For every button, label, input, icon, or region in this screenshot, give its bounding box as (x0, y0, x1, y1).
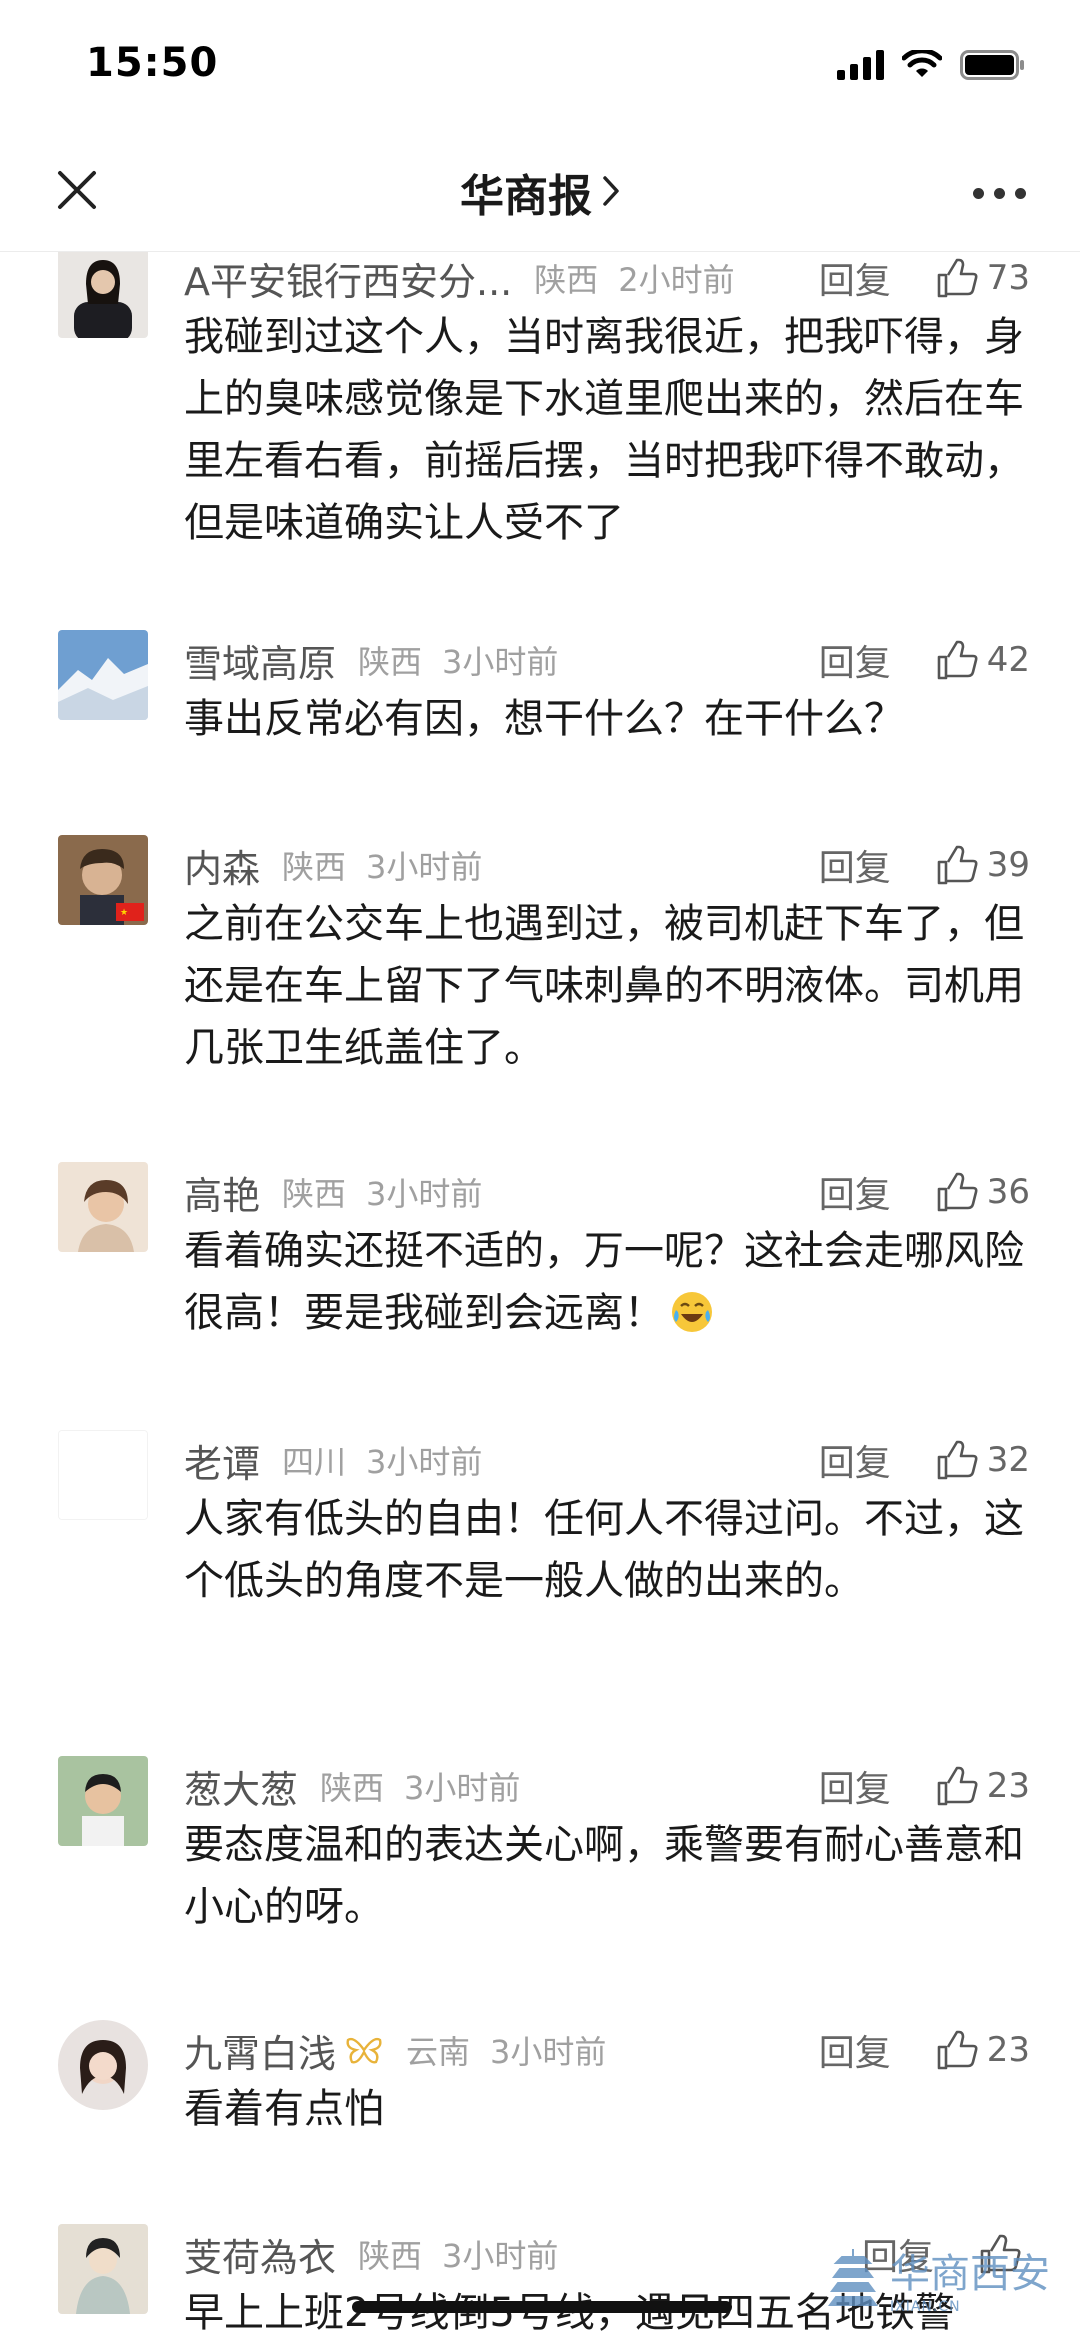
comment-time: 3小时前 (442, 2237, 559, 2275)
like-button[interactable]: 32 (935, 1438, 1030, 1482)
comment-location: 云南 (406, 2033, 471, 2071)
nav-bar: 华商报 (0, 130, 1080, 252)
reply-button[interactable]: 回复 (819, 2024, 891, 2076)
comment-header: 雪域高原 陕西 3小时前 回复 42 (184, 630, 1030, 690)
pagoda-logo-icon (828, 2249, 878, 2306)
like-button[interactable]: 36 (935, 1170, 1030, 1214)
comment-author[interactable]: 老谭 (184, 1433, 260, 1488)
comment-list: A平安银行西安分... 陕西 2小时前 回复 73 我碰到过这个人，当时离我很近… (0, 252, 1080, 2337)
comment-text: 事出反常必有因，想干什么？在干什么？ (184, 696, 904, 742)
comment-text: 看着确实还挺不适的，万一呢？这社会走哪风险很高！要是我碰到会远离！ (184, 1220, 1024, 1344)
more-icon[interactable] (973, 188, 1026, 199)
comment-header: 九霄白浅 云南 3小时前 回复 23 (184, 2020, 1030, 2080)
thumbs-up-icon (937, 1440, 978, 1480)
status-bar: 15:50 (0, 0, 1080, 130)
comment-author[interactable]: 高艳 (184, 1165, 260, 1220)
comment-location: 陕西 (358, 2237, 423, 2275)
comment-author[interactable]: A平安银行西安分... (184, 252, 512, 306)
comment-time: 3小时前 (442, 643, 559, 681)
like-count: 32 (986, 1440, 1030, 1480)
page-title-text: 华商报 (460, 171, 592, 222)
comment-text: 之前在公交车上也遇到过，被司机赶下车了，但还是在车上留下了气味刺鼻的不明液体。司… (184, 901, 1024, 1071)
avatar[interactable] (58, 630, 148, 720)
thumbs-up-icon (937, 1172, 978, 1212)
reply-button[interactable]: 回复 (819, 1166, 891, 1218)
comment-location: 陕西 (282, 848, 347, 886)
comment-location: 陕西 (320, 1769, 385, 1807)
like-button[interactable]: 39 (935, 843, 1030, 887)
avatar[interactable]: ★ (58, 835, 148, 925)
like-button[interactable]: 73 (935, 256, 1030, 300)
svg-text:★: ★ (120, 908, 128, 918)
comment-location: 陕西 (282, 1175, 347, 1213)
comment-header: 老谭 四川 3小时前 回复 32 (184, 1430, 1030, 1490)
avatar[interactable] (58, 1162, 148, 1252)
comment-header: A平安银行西安分... 陕西 2小时前 回复 73 (184, 252, 1030, 308)
like-count: 39 (986, 845, 1030, 885)
laughing-tears-emoji-icon (672, 1292, 712, 1332)
comment-author[interactable]: 内森 (184, 838, 260, 893)
thumbs-up-icon (937, 258, 978, 298)
like-count: 36 (986, 1172, 1030, 1212)
page-title[interactable]: 华商报 (0, 160, 1080, 224)
comment-header: 高艳 陕西 3小时前 回复 36 (184, 1162, 1030, 1222)
comment-time: 3小时前 (490, 2033, 607, 2071)
reply-button[interactable]: 回复 (819, 634, 891, 686)
like-count: 23 (986, 2030, 1030, 2070)
like-button[interactable]: 42 (935, 638, 1030, 682)
comment-location: 四川 (282, 1443, 347, 1481)
reply-button[interactable]: 回复 (819, 839, 891, 891)
comment-location: 陕西 (534, 261, 599, 299)
avatar[interactable] (58, 2224, 148, 2314)
like-button[interactable]: 23 (935, 2028, 1030, 2072)
avatar[interactable] (58, 252, 148, 338)
battery-icon (960, 50, 1024, 80)
reply-button[interactable]: 回复 (819, 1760, 891, 1812)
like-count: 23 (986, 1766, 1030, 1806)
butterfly-vip-icon (346, 2037, 382, 2064)
signal-icon (837, 50, 884, 80)
watermark: 华商西安 IXIAN.CN (826, 2241, 1050, 2315)
home-indicator[interactable] (352, 2301, 732, 2313)
comment-time: 3小时前 (404, 1769, 521, 1807)
like-count: 42 (986, 640, 1030, 680)
thumbs-up-icon (937, 845, 978, 885)
comment-text: 要态度温和的表达关心啊，乘警要有耐心善意和小心的呀。 (184, 1822, 1024, 1930)
comment-text-body: 看着确实还挺不适的，万一呢？这社会走哪风险很高！要是我碰到会远离！ (184, 1228, 1024, 1336)
comment-author[interactable]: 九霄白浅 (184, 2023, 336, 2078)
status-time: 15:50 (86, 40, 219, 86)
chevron-right-icon (603, 176, 619, 206)
like-count: 73 (986, 258, 1030, 298)
comment-text: 看着有点怕 (184, 2086, 384, 2132)
thumbs-up-icon (937, 2030, 978, 2070)
comment-time: 3小时前 (366, 1443, 483, 1481)
comment-time: 2小时前 (618, 261, 735, 299)
watermark-text: 华商西安 (890, 2251, 1050, 2297)
reply-button[interactable]: 回复 (819, 1434, 891, 1486)
comment-header: 内森 陕西 3小时前 回复 39 (184, 835, 1030, 895)
comment-author[interactable]: 雪域高原 (184, 633, 336, 688)
reply-button[interactable]: 回复 (819, 252, 891, 304)
thumbs-up-icon (937, 640, 978, 680)
comment-author[interactable]: 芰荷為衣 (184, 2227, 336, 2282)
comment-time: 3小时前 (366, 848, 483, 886)
wifi-icon (902, 50, 942, 77)
avatar[interactable] (58, 1430, 148, 1520)
comment-text: 我碰到过这个人，当时离我很近，把我吓得，身上的臭味感觉像是下水道里爬出来的，然后… (184, 314, 1024, 546)
comment-text: 人家有低头的自由！任何人不得过问。不过，这个低头的角度不是一般人做的出来的。 (184, 1496, 1024, 1604)
status-icons (837, 50, 1026, 80)
comment-time: 3小时前 (366, 1175, 483, 1213)
comment-author[interactable]: 葱大葱 (184, 1759, 298, 1814)
watermark-sub: IXIAN.CN (890, 2299, 961, 2315)
avatar[interactable] (58, 2020, 148, 2110)
comment-header: 葱大葱 陕西 3小时前 回复 23 (184, 1756, 1030, 1816)
thumbs-up-icon (937, 1766, 978, 1806)
like-button[interactable]: 23 (935, 1764, 1030, 1808)
comment-location: 陕西 (358, 643, 423, 681)
avatar[interactable] (58, 1756, 148, 1846)
